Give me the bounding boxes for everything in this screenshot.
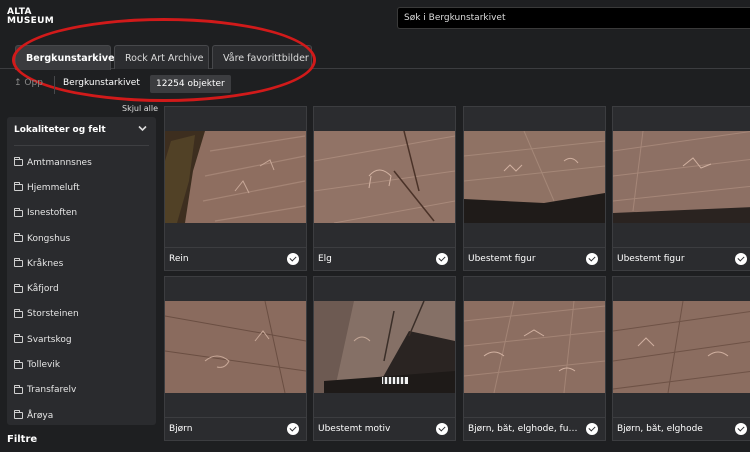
breadcrumb: ↥ Opp Bergkunstarkivet 12254 objekter [0,72,750,98]
sidebar-item-label: Kåfjord [27,284,59,295]
breadcrumb-current[interactable]: Bergkunstarkivet [63,78,140,88]
rock-art-thumbnail[interactable] [613,301,750,393]
check-circle-icon[interactable] [436,253,448,265]
sidebar-item-isnestoften[interactable]: Isnestoften [14,201,154,226]
image-caption: Bjørn, båt, elghode, fug... [468,424,580,434]
check-circle-icon[interactable] [287,253,299,265]
image-caption: Bjørn, båt, elghode [617,424,703,434]
image-card-bjorn-bat-elghode[interactable]: Bjørn, båt, elghode [612,276,750,441]
folder-icon [14,410,23,420]
check-circle-icon[interactable] [735,253,747,265]
rock-art-thumbnail[interactable] [613,131,750,223]
rock-art-thumbnail[interactable] [464,131,605,223]
filters-heading[interactable]: Filtre [7,434,37,445]
sidebar-item-amtmannsnes[interactable]: Amtmannsnes [14,150,154,175]
rock-art-thumbnail[interactable] [165,131,306,223]
object-count-badge: 12254 objekter [150,75,231,93]
check-circle-icon[interactable] [586,423,598,435]
sidebar-item-label: Kråknes [27,258,64,269]
image-card-ubestemt-figur-2[interactable]: Ubestemt figur [612,106,750,271]
sidebar-heading[interactable]: Lokaliteter og felt [14,125,149,135]
tab-bar: Bergkunstarkivet Rock Art Archive Våre f… [0,37,750,70]
rock-art-thumbnail[interactable] [165,301,306,393]
sidebar-item-label: Tollevik [27,360,61,371]
image-card-bjorn[interactable]: Bjørn [164,276,307,441]
caption-bar: Ubestemt figur [613,247,750,270]
folder-icon [14,182,23,192]
search-input[interactable]: Søk i Bergkunstarkivet [397,7,750,29]
tab-bergkunstarkivet[interactable]: Bergkunstarkivet [15,45,119,70]
logo-line-2: MUSEUM [7,16,54,26]
up-button[interactable]: ↥ Opp [14,78,43,88]
caption-bar: Rein [165,247,306,270]
tab-rock-art-archive[interactable]: Rock Art Archive [114,45,209,69]
caption-bar: Ubestemt figur [464,247,605,270]
hide-all-link[interactable]: Skjul alle [122,104,158,113]
folder-icon [14,283,23,293]
sidebar-item-kraknes[interactable]: Kråknes [14,251,154,276]
sidebar-item-label: Årøya [27,410,54,421]
image-caption: Ubestemt figur [468,254,536,264]
folder-icon [14,157,23,167]
sidebar-item-label: Storsteinen [27,309,79,320]
sidebar-item-label: Hjemmeluft [27,182,80,193]
chevron-down-icon[interactable] [138,125,147,135]
folder-icon [14,384,23,394]
sidebar-item-kongshus[interactable]: Kongshus [14,226,154,251]
caption-bar: Bjørn, båt, elghode [613,417,750,440]
folder-icon [14,334,23,344]
check-circle-icon[interactable] [436,423,448,435]
sidebar-item-hjemmeluft[interactable]: Hjemmeluft [14,175,154,200]
folder-icon [14,258,23,268]
sidebar-item-label: Transfarelv [27,385,77,396]
alta-museum-logo[interactable]: ALTA MUSEUM [7,8,54,26]
sidebar-item-kafjord[interactable]: Kåfjord [14,276,154,301]
image-card-bjorn-bat-elghode-fugl[interactable]: Bjørn, båt, elghode, fug... [463,276,606,441]
sidebar-divider [14,145,149,146]
sidebar-item-aroya[interactable]: Årøya [14,403,154,428]
check-circle-icon[interactable] [586,253,598,265]
sidebar-panel: Lokaliteter og felt Amtmannsnes Hjemmelu… [7,117,156,425]
sidebar-item-label: Isnestoften [27,208,78,219]
caption-bar: Elg [314,247,455,270]
check-circle-icon[interactable] [287,423,299,435]
image-caption: Bjørn [169,424,193,434]
tab-vare-favorittbilder[interactable]: Våre favorittbilder [212,45,312,69]
sidebar-item-label: Kongshus [27,233,71,244]
folder-icon [14,308,23,318]
sidebar-item-storsteinen[interactable]: Storsteinen [14,302,154,327]
sidebar-item-svartskog[interactable]: Svartskog [14,327,154,352]
image-card-elg[interactable]: Elg [313,106,456,271]
folder-icon [14,207,23,217]
sidebar-item-transfarelv[interactable]: Transfarelv [14,378,154,403]
image-card-ubestemt-motiv[interactable]: Ubestemt motiv [313,276,456,441]
folder-icon [14,233,23,243]
sidebar-item-tollevik[interactable]: Tollevik [14,352,154,377]
image-caption: Ubestemt figur [617,254,685,264]
top-bar: ALTA MUSEUM Søk i Bergkunstarkivet [0,0,750,36]
location-list: Amtmannsnes Hjemmeluft Isnestoften Kongs… [14,150,154,428]
image-caption: Rein [169,254,189,264]
breadcrumb-divider [54,76,55,94]
sidebar-item-label: Amtmannsnes [27,157,92,168]
caption-bar: Ubestemt motiv [314,417,455,440]
rock-art-thumbnail[interactable] [314,131,455,223]
caption-bar: Bjørn [165,417,306,440]
image-card-rein[interactable]: Rein [164,106,307,271]
folder-icon [14,359,23,369]
image-card-ubestemt-figur[interactable]: Ubestemt figur [463,106,606,271]
rock-art-thumbnail[interactable] [464,301,605,393]
image-caption: Ubestemt motiv [318,424,391,434]
caption-bar: Bjørn, båt, elghode, fug... [464,417,605,440]
rock-art-thumbnail[interactable] [314,301,455,393]
sidebar-item-label: Svartskog [27,334,72,345]
image-caption: Elg [318,254,332,264]
check-circle-icon[interactable] [735,423,747,435]
